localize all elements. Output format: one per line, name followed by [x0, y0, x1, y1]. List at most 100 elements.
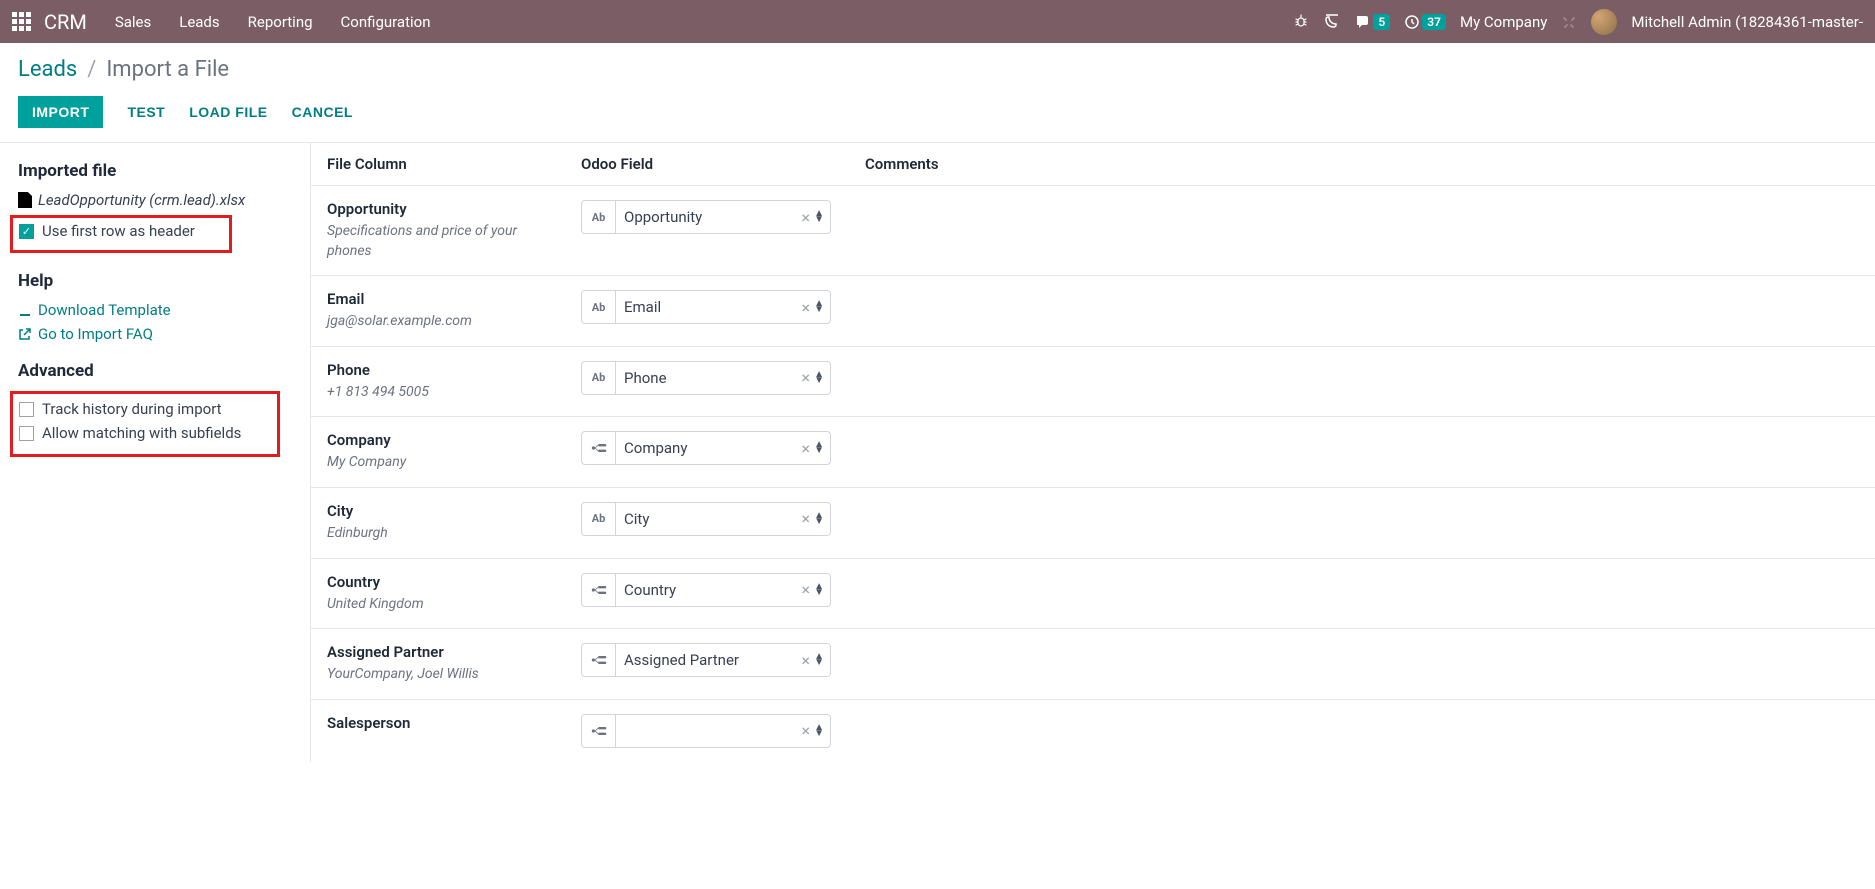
breadcrumb-separator: /	[87, 57, 96, 82]
relation-type-icon	[582, 574, 616, 606]
filename: LeadOpportunity (crm.lead).xlsx	[38, 191, 245, 209]
clear-icon[interactable]: ×	[798, 368, 815, 387]
clear-icon[interactable]: ×	[798, 298, 815, 317]
clear-icon[interactable]: ×	[798, 721, 815, 740]
imported-file-title: Imported file	[18, 161, 292, 181]
download-template-link[interactable]: Download Template	[18, 301, 292, 319]
odoo-field-select[interactable]: Company×▲▼	[581, 431, 831, 465]
text-type-icon: Ab	[582, 503, 616, 535]
file-column-sample: My Company	[327, 453, 565, 473]
help-section: Help Download Template Go to Import FAQ	[18, 271, 292, 343]
file-column-sample: +1 813 494 5005	[327, 383, 565, 403]
avatar[interactable]	[1591, 9, 1617, 35]
main: Imported file LeadOpportunity (crm.lead)…	[0, 143, 1875, 762]
username[interactable]: Mitchell Admin (18284361-master-	[1631, 13, 1863, 31]
relation-type-icon	[582, 432, 616, 464]
mapping-row: OpportunitySpecifications and price of y…	[311, 185, 1875, 275]
odoo-field-select[interactable]: AbPhone×▲▼	[581, 361, 831, 395]
clear-icon[interactable]: ×	[798, 509, 815, 528]
mapping-row: Assigned Partner YourCompany, Joel Willis…	[311, 628, 1875, 699]
clear-icon[interactable]: ×	[798, 651, 815, 670]
odoo-field-select[interactable]: AbCity×▲▼	[581, 502, 831, 536]
stepper-icon[interactable]: ▲▼	[814, 372, 830, 384]
track-history-checkbox[interactable]: Track history during import	[19, 400, 271, 418]
odoo-field-select[interactable]: Assigned Partner×▲▼	[581, 643, 831, 677]
file-column-sample: YourCompany, Joel Willis	[327, 665, 565, 685]
nav-sales[interactable]: Sales	[115, 13, 151, 31]
advanced-section: Advanced Track history during import All…	[18, 361, 292, 457]
file-column-name: Email	[327, 290, 565, 308]
stepper-icon[interactable]: ▲▼	[814, 442, 830, 454]
text-type-icon: Ab	[582, 201, 616, 233]
header-comments: Comments	[865, 155, 1859, 173]
field-select-value: Opportunity	[616, 208, 798, 226]
mapping-row: Email jga@solar.example.com AbEmail×▲▼	[311, 275, 1875, 346]
field-select-value: Phone	[616, 369, 798, 387]
bug-icon[interactable]	[1293, 14, 1309, 30]
column-headers: File Column Odoo Field Comments	[311, 143, 1875, 185]
header-odoo-field: Odoo Field	[581, 155, 865, 173]
breadcrumb-parent[interactable]: Leads	[18, 57, 77, 82]
header: Leads / Import a File IMPORT TEST LOAD F…	[0, 43, 1875, 142]
track-history-label: Track history during import	[42, 400, 222, 418]
phone-icon[interactable]	[1323, 13, 1341, 31]
file-column-name: Opportunity	[327, 200, 565, 218]
cancel-button[interactable]: CANCEL	[292, 104, 353, 120]
file-row: LeadOpportunity (crm.lead).xlsx	[18, 191, 292, 209]
file-column-name: Salesperson	[327, 714, 565, 732]
advanced-title: Advanced	[18, 361, 292, 381]
company-selector[interactable]: My Company	[1460, 13, 1547, 31]
stepper-icon[interactable]: ▲▼	[814, 513, 830, 525]
file-column-name: Company	[327, 431, 565, 449]
stepper-icon[interactable]: ▲▼	[814, 725, 830, 737]
file-column-sample: jga@solar.example.com	[327, 312, 565, 332]
use-first-row-label: Use first row as header	[42, 222, 195, 240]
messages-icon[interactable]: 5	[1355, 14, 1390, 30]
nav-leads[interactable]: Leads	[179, 13, 219, 31]
breadcrumb: Leads / Import a File	[18, 57, 1857, 82]
clear-icon[interactable]: ×	[798, 580, 815, 599]
field-select-value: City	[616, 510, 798, 528]
sidebar: Imported file LeadOpportunity (crm.lead)…	[0, 143, 310, 762]
external-link-icon	[18, 327, 32, 341]
checkbox-icon	[19, 402, 34, 417]
test-button[interactable]: TEST	[127, 104, 165, 120]
stepper-icon[interactable]: ▲▼	[814, 211, 830, 223]
field-select-value: Company	[616, 439, 798, 457]
file-column-name: Phone	[327, 361, 565, 379]
file-column-name: Assigned Partner	[327, 643, 565, 661]
download-icon	[18, 303, 32, 317]
file-column-sample: Edinburgh	[327, 524, 565, 544]
allow-subfields-checkbox[interactable]: Allow matching with subfields	[19, 424, 271, 442]
stepper-icon[interactable]: ▲▼	[814, 301, 830, 313]
field-select-value: Country	[616, 581, 798, 599]
text-type-icon: Ab	[582, 291, 616, 323]
navbar: CRM Sales Leads Reporting Configuration …	[0, 0, 1875, 43]
odoo-field-select[interactable]: AbEmail×▲▼	[581, 290, 831, 324]
odoo-field-select[interactable]: AbOpportunity×▲▼	[581, 200, 831, 234]
tools-icon[interactable]	[1561, 14, 1577, 30]
stepper-icon[interactable]: ▲▼	[814, 584, 830, 596]
header-file-column: File Column	[327, 155, 581, 173]
activity-icon[interactable]: 37	[1404, 14, 1446, 30]
import-button[interactable]: IMPORT	[18, 96, 103, 128]
odoo-field-select[interactable]: Country×▲▼	[581, 573, 831, 607]
odoo-field-select[interactable]: ×▲▼	[581, 714, 831, 748]
relation-type-icon	[582, 644, 616, 676]
action-bar: IMPORT TEST LOAD FILE CANCEL	[18, 96, 1857, 142]
load-file-button[interactable]: LOAD FILE	[189, 104, 267, 120]
app-brand[interactable]: CRM	[44, 10, 87, 34]
help-title: Help	[18, 271, 292, 291]
clear-icon[interactable]: ×	[798, 208, 815, 227]
allow-subfields-label: Allow matching with subfields	[42, 424, 241, 442]
stepper-icon[interactable]: ▲▼	[814, 654, 830, 666]
messages-badge: 5	[1373, 14, 1390, 30]
apps-icon[interactable]	[12, 12, 32, 32]
import-faq-link[interactable]: Go to Import FAQ	[18, 325, 292, 343]
mapping-content: File Column Odoo Field Comments Opportun…	[310, 143, 1875, 762]
relation-type-icon	[582, 715, 616, 747]
use-first-row-checkbox[interactable]: ✓ Use first row as header	[19, 222, 223, 240]
nav-reporting[interactable]: Reporting	[248, 13, 313, 31]
nav-configuration[interactable]: Configuration	[341, 13, 431, 31]
clear-icon[interactable]: ×	[798, 439, 815, 458]
